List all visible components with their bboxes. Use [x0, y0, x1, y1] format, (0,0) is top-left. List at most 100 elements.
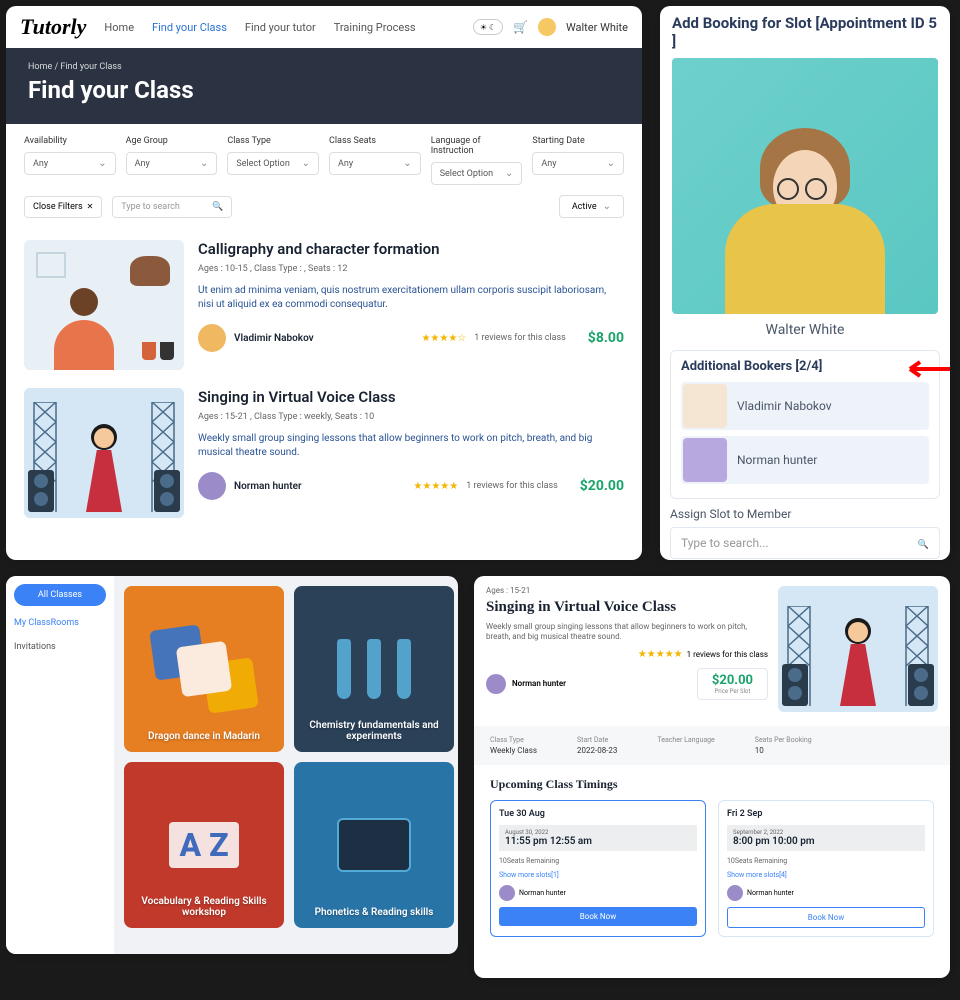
book-now-button[interactable]: Book Now [727, 907, 925, 928]
nav-training[interactable]: Training Process [334, 21, 416, 34]
class-card[interactable]: Calligraphy and character formation Ages… [6, 234, 642, 376]
booker-avatar [683, 384, 727, 428]
tutor-name[interactable]: Vladimir Nabokov [234, 333, 314, 344]
book-now-button[interactable]: Book Now [499, 907, 697, 926]
class-title: Singing in Virtual Voice Class [198, 388, 624, 406]
class-thumbnail [24, 388, 184, 518]
reviews-count: 1 reviews for this class [687, 650, 768, 659]
assign-label: Assign Slot to Member [670, 507, 940, 521]
cart-icon[interactable] [513, 20, 528, 34]
add-booking-panel: Add Booking for Slot [Appointment ID 5 ]… [660, 6, 950, 560]
tutor-name[interactable]: Norman hunter [512, 679, 566, 688]
filter-row: AvailabilityAny Age GroupAny Class TypeS… [6, 124, 642, 185]
search-icon [212, 202, 223, 212]
filter-label: Starting Date [532, 136, 624, 146]
class-desc: Weekly small group singing lessons that … [198, 432, 624, 460]
booker-item[interactable]: Norman hunter [681, 436, 929, 484]
slot-card[interactable]: Tue 30 Aug August 30, 202211:55 pm 12:55… [490, 800, 706, 937]
rating-stars: ★★★★☆ [421, 333, 466, 344]
tutor-name[interactable]: Norman hunter [234, 481, 302, 492]
chevron-down-icon [200, 158, 208, 169]
meta-label: Teacher Language [657, 736, 714, 744]
meta-label: Start Date [577, 736, 617, 744]
slot-time: 8:00 pm 10:00 pm [733, 836, 919, 847]
nav-find-tutor[interactable]: Find your tutor [245, 21, 316, 34]
tutor-avatar[interactable] [198, 324, 226, 352]
close-icon [87, 202, 94, 212]
tutor-avatar[interactable] [198, 472, 226, 500]
tutor-avatar [499, 885, 515, 901]
class-meta: Ages : 15-21 , Class Type : weekly, Seat… [198, 412, 624, 422]
class-grid-card[interactable]: Dragon dance in Madarin [124, 586, 284, 752]
class-grid-card[interactable]: Chemistry fundamentals and experiments [294, 586, 454, 752]
slot-card[interactable]: Fri 2 Sep September 2, 20228:00 pm 10:00… [718, 800, 934, 937]
class-ages: Ages : 15-21 [486, 586, 768, 595]
nav-find-class[interactable]: Find your Class [152, 21, 227, 34]
theme-toggle[interactable]: ☀ ☾ [473, 19, 503, 35]
member-photo [672, 58, 938, 314]
filter-label: Class Type [227, 136, 319, 146]
chevron-down-icon [302, 158, 310, 169]
arrow-indicator-icon [902, 360, 950, 378]
filter-language[interactable]: Select Option [431, 162, 523, 185]
seats-remaining: 10Seats Remaining [727, 857, 925, 865]
class-meta-bar: Class TypeWeekly Class Start Date2022-08… [474, 726, 950, 765]
tutor-avatar[interactable] [486, 674, 506, 694]
class-grid-card[interactable]: Vocabulary & Reading Skills workshop [124, 762, 284, 928]
class-price: $20.00 [580, 478, 624, 494]
additional-bookers-section: Additional Bookers [2/4] Vladimir Naboko… [670, 350, 940, 499]
breadcrumb[interactable]: Home / Find your Class [28, 62, 620, 72]
sidebar-invitations[interactable]: Invitations [14, 642, 106, 652]
slot-day: Fri 2 Sep [727, 809, 925, 819]
filter-age[interactable]: Any [126, 152, 218, 175]
show-more-link[interactable]: Show more slots[1] [499, 871, 697, 879]
booker-item[interactable]: Vladimir Nabokov [681, 382, 929, 430]
reviews-count: 1 reviews for this class [474, 333, 566, 343]
rating-stars: ★★★★★ [413, 481, 458, 492]
class-thumbnail [24, 240, 184, 370]
price: $20.00 [712, 673, 753, 688]
chevron-down-icon [607, 158, 615, 169]
rating-stars: ★★★★★ [638, 649, 683, 660]
reviews-count: 1 reviews for this class [466, 481, 558, 491]
tutor-avatar [727, 885, 743, 901]
hero: Home / Find your Class Find your Class [6, 48, 642, 124]
chevron-down-icon [603, 201, 611, 212]
filter-label: Availability [24, 136, 116, 146]
class-grid-panel: All Classes My ClassRooms Invitations Dr… [6, 576, 458, 954]
logo[interactable]: Tutorly [20, 14, 86, 40]
top-nav: Tutorly Home Find your Class Find your t… [6, 6, 642, 48]
user-name[interactable]: Walter White [566, 21, 628, 34]
class-grid-card[interactable]: Phonetics & Reading skills [294, 762, 454, 928]
chevron-down-icon [98, 158, 106, 169]
sidebar-my-classrooms[interactable]: My ClassRooms [14, 618, 106, 628]
class-grid: Dragon dance in Madarin Chemistry fundam… [124, 586, 454, 928]
tutor-name: Norman hunter [747, 889, 794, 897]
close-filters-button[interactable]: Close Filters [24, 196, 102, 218]
upcoming-title: Upcoming Class Timings [474, 765, 950, 800]
nav-home[interactable]: Home [104, 21, 134, 34]
user-avatar[interactable] [538, 18, 556, 36]
status-filter[interactable]: Active [559, 195, 624, 218]
class-thumbnail [778, 586, 938, 712]
show-more-link[interactable]: Show more slots[4] [727, 871, 925, 879]
class-title: Calligraphy and character formation [198, 240, 624, 258]
booker-name: Vladimir Nabokov [737, 399, 832, 413]
filter-class-type[interactable]: Select Option [227, 152, 319, 175]
filter-label: Class Seats [329, 136, 421, 146]
slot-date: August 30, 2022 [505, 829, 691, 836]
filter-availability[interactable]: Any [24, 152, 116, 175]
search-input[interactable]: Type to search [112, 196, 232, 218]
booker-avatar [683, 438, 727, 482]
member-search-input[interactable]: Type to search... [670, 527, 940, 559]
slot-day: Tue 30 Aug [499, 809, 697, 819]
slot-date: September 2, 2022 [733, 829, 919, 836]
filter-seats[interactable]: Any [329, 152, 421, 175]
filter-row-2: Close Filters Type to search Active [6, 185, 642, 228]
class-card[interactable]: Singing in Virtual Voice Class Ages : 15… [6, 382, 642, 524]
panel-title: Add Booking for Slot [Appointment ID 5 ] [660, 6, 950, 58]
filter-start-date[interactable]: Any [532, 152, 624, 175]
member-name: Walter White [660, 322, 950, 338]
all-classes-button[interactable]: All Classes [14, 584, 106, 606]
sidebar: All Classes My ClassRooms Invitations [6, 576, 114, 954]
